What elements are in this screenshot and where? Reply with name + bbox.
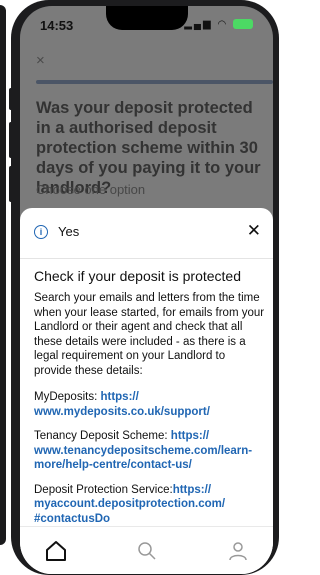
sheet-heading: Check if your deposit is protected bbox=[34, 268, 241, 284]
link-item-tds: Tenancy Deposit Scheme: https:// www.ten… bbox=[34, 429, 266, 473]
status-icons: ▂▄▆ ◠ bbox=[184, 19, 253, 30]
sheet-close-button[interactable]: ✕ bbox=[247, 221, 261, 241]
link-item-mydeposits: MyDeposits: https:// www.mydeposits.co.u… bbox=[34, 390, 266, 419]
volume-up-button bbox=[9, 122, 13, 158]
progress-bar bbox=[36, 80, 273, 84]
sheet-title: Yes bbox=[58, 224, 80, 239]
sheet-paragraph: Search your emails and letters from the … bbox=[34, 292, 265, 377]
home-icon[interactable] bbox=[44, 539, 68, 563]
search-icon[interactable] bbox=[135, 539, 159, 563]
profile-icon[interactable] bbox=[226, 539, 250, 563]
notch bbox=[106, 6, 188, 30]
info-bottom-sheet: i Yes ✕ Check if your deposit is protect… bbox=[20, 208, 273, 574]
bottom-nav bbox=[20, 526, 273, 574]
status-bar: 14:53 ▂▄▆ ◠ bbox=[20, 6, 273, 42]
info-icon: i bbox=[34, 225, 48, 239]
link-item-dps: Deposit Protection Service:https:// myac… bbox=[34, 483, 266, 527]
link-label: MyDeposits: bbox=[34, 391, 101, 403]
volume-down-button bbox=[9, 166, 13, 202]
close-question-button[interactable]: × bbox=[36, 52, 45, 69]
adjacent-device-edge bbox=[0, 5, 6, 545]
link-label: Tenancy Deposit Scheme: bbox=[34, 430, 171, 442]
question-hint: Choose one option bbox=[36, 182, 146, 197]
signal-icon: ▂▄▆ bbox=[184, 19, 213, 30]
battery-icon bbox=[233, 19, 253, 30]
wifi-icon: ◠ bbox=[217, 19, 229, 30]
screen: 14:53 ▂▄▆ ◠ × Was your deposit protected… bbox=[20, 6, 273, 574]
side-button bbox=[9, 88, 13, 110]
sheet-header: i Yes ✕ bbox=[20, 208, 273, 259]
sheet-body: Check if your deposit is protected Searc… bbox=[34, 268, 266, 536]
link-label: Deposit Protection Service: bbox=[34, 483, 173, 496]
status-time: 14:53 bbox=[40, 18, 74, 33]
